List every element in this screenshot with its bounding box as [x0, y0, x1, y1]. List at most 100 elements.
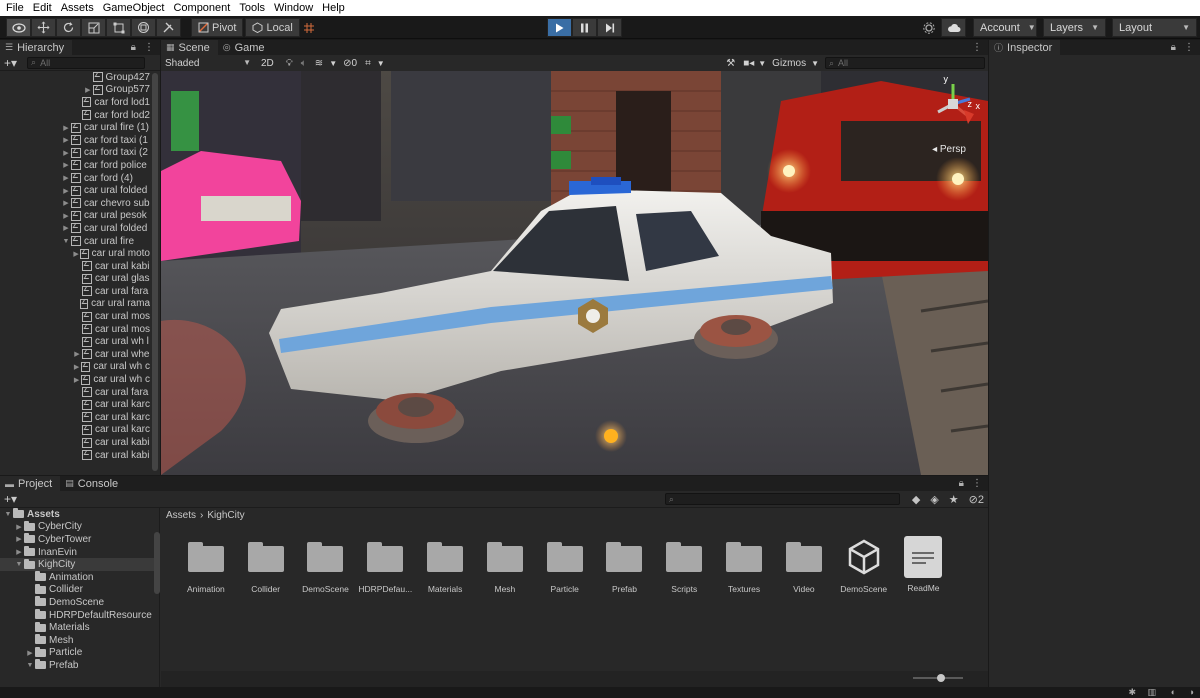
lock-icon[interactable]: 🔒︎ [131, 42, 136, 53]
progress-icon[interactable]: ◐ [1171, 687, 1176, 697]
effects-toggle-icon[interactable]: ≋ [315, 58, 323, 69]
tab-inspector[interactable]: ⓘ Inspector [989, 40, 1061, 55]
hierarchy-item[interactable]: car ural mos [0, 323, 150, 336]
hierarchy-item[interactable]: car ford lod1 [0, 96, 150, 109]
hierarchy-item[interactable]: ▶ car ford (4) [0, 172, 150, 185]
chevron-down-icon[interactable]: ▼ [377, 59, 385, 68]
notifications-icon[interactable]: ◑ [1189, 687, 1194, 697]
hierarchy-item[interactable]: ▶ car ford police [0, 159, 150, 172]
grid-toggle-icon[interactable]: ⌗ [365, 58, 371, 69]
project-folder-item[interactable]: ▶ Particle [0, 646, 159, 660]
menu-item-file[interactable]: File [6, 2, 24, 14]
hierarchy-item[interactable]: ▶ car chevro sub [0, 197, 150, 210]
kebab-menu-icon[interactable]: ⋮ [144, 42, 154, 53]
breadcrumb-root[interactable]: Assets [166, 510, 196, 521]
chevron-down-icon[interactable]: ▼ [14, 561, 24, 568]
menu-item-assets[interactable]: Assets [61, 2, 94, 14]
hierarchy-item[interactable]: ▶ car ural whe [0, 348, 150, 361]
chevron-right-icon[interactable]: ▶ [61, 174, 71, 182]
toggle-2d-button[interactable]: 2D [261, 58, 274, 69]
project-folder-item[interactable]: ▼ Assets [0, 508, 159, 521]
project-folder-item[interactable]: Mesh [0, 634, 159, 647]
view-tool-button[interactable] [6, 18, 31, 37]
project-folder-item[interactable]: ▶ CyberTower [0, 533, 159, 546]
camera-icon[interactable]: ■◂ [743, 58, 754, 69]
hierarchy-item[interactable]: car ural fara [0, 386, 150, 399]
chevron-right-icon[interactable]: ▶ [61, 149, 71, 157]
rotate-tool-button[interactable] [56, 18, 81, 37]
project-folder-item[interactable]: Collider [0, 583, 159, 597]
asset-item[interactable]: Collider [236, 536, 296, 594]
hierarchy-item[interactable]: car ural karc [0, 411, 150, 424]
pivot-toggle[interactable]: Pivot [191, 18, 244, 37]
chevron-right-icon[interactable]: ▶ [83, 86, 93, 94]
bug-icon[interactable]: ✱ [1128, 687, 1136, 698]
hierarchy-item[interactable]: car ural kabi [0, 260, 150, 273]
hierarchy-item[interactable]: ▶ car ural fire (1) [0, 121, 150, 134]
hierarchy-item[interactable]: ▶ car ural folded [0, 184, 150, 197]
menu-item-window[interactable]: Window [274, 2, 313, 14]
tab-project[interactable]: ▬ Project [0, 476, 61, 491]
hierarchy-item[interactable]: Group427 [0, 71, 150, 84]
pause-button[interactable] [572, 18, 597, 37]
hierarchy-item[interactable]: car ural kabi [0, 449, 150, 462]
chevron-down-icon[interactable]: ▼ [61, 238, 71, 245]
hierarchy-item[interactable]: car ural karc [0, 398, 150, 411]
chevron-right-icon[interactable]: ▶ [61, 212, 71, 220]
scale-tool-button[interactable] [81, 18, 106, 37]
layout-dropdown[interactable]: Layout ▼ [1112, 18, 1197, 37]
tools-icon[interactable]: ⚒ [726, 58, 735, 69]
hierarchy-item[interactable]: ▶ car ural moto [0, 247, 150, 260]
project-folder-item[interactable]: Animation [0, 571, 159, 584]
add-button[interactable]: +▾ [4, 56, 17, 70]
add-button[interactable]: +▾ [4, 492, 17, 506]
zoom-slider-handle[interactable] [936, 674, 945, 682]
asset-item[interactable]: ReadMe [894, 536, 954, 594]
chevron-down-icon[interactable]: ▼ [3, 511, 13, 518]
project-folder-item[interactable]: ▶ CyberCity [0, 520, 159, 534]
menu-item-gameobject[interactable]: GameObject [103, 2, 165, 14]
chevron-right-icon[interactable]: ▶ [61, 136, 71, 144]
account-dropdown[interactable]: Account ▼ [973, 18, 1037, 37]
asset-item[interactable]: Video [774, 536, 834, 594]
project-folder-item[interactable]: HDRPDefaultResource [0, 609, 159, 622]
transform-tool-button[interactable] [131, 18, 156, 37]
tab-console[interactable]: ▤ Console [60, 476, 126, 491]
menu-item-tools[interactable]: Tools [239, 2, 265, 14]
hierarchy-item[interactable]: car ural kabi [0, 436, 150, 449]
chevron-right-icon[interactable]: ▶ [25, 649, 35, 657]
project-folder-item[interactable]: ▼ Prefab [0, 659, 159, 672]
project-folder-item[interactable]: Materials [0, 621, 159, 634]
asset-item[interactable]: DemoScene [296, 536, 356, 594]
filter-by-label-icon[interactable]: ◈ [930, 493, 938, 506]
asset-item[interactable]: Materials [415, 536, 475, 594]
hierarchy-item[interactable]: ▶ car ford taxi (2 [0, 147, 150, 160]
tab-hierarchy[interactable]: ☰ Hierarchy [0, 40, 73, 55]
kebab-menu-icon[interactable]: ⋮ [972, 42, 982, 53]
hierarchy-item[interactable]: car ural wh l [0, 335, 150, 348]
hierarchy-item[interactable]: ▶ car ural wh c [0, 373, 150, 386]
breadcrumb-current[interactable]: KighCity [207, 510, 244, 521]
chevron-down-icon[interactable]: ▼ [811, 59, 819, 68]
kebab-menu-icon[interactable]: ⋮ [972, 478, 982, 489]
chevron-right-icon[interactable]: ▶ [61, 199, 71, 207]
hidden-packages-toggle[interactable]: ⊘2 [969, 493, 984, 506]
asset-item[interactable]: Prefab [595, 536, 655, 594]
chevron-right-icon[interactable]: ▶ [61, 187, 71, 195]
asset-item[interactable]: Textures [714, 536, 774, 594]
chevron-right-icon[interactable]: ▶ [72, 376, 81, 384]
filter-by-type-icon[interactable]: ◆ [912, 493, 920, 506]
project-search[interactable]: ⌕ [664, 493, 900, 505]
hierarchy-item[interactable]: ▶ car ford taxi (1 [0, 134, 150, 147]
chevron-right-icon[interactable]: ▶ [61, 224, 71, 232]
cloud-button[interactable] [941, 18, 966, 37]
hierarchy-item[interactable]: car ural fara [0, 285, 150, 298]
lock-icon[interactable]: 🔒︎ [959, 478, 964, 489]
scene-viewport[interactable]: y x z ◂ Persp [161, 71, 988, 475]
chevron-right-icon[interactable]: ▶ [72, 350, 82, 358]
hierarchy-item[interactable]: ▶ Group577 [0, 84, 150, 97]
star-icon[interactable]: ★ [949, 493, 959, 506]
local-toggle[interactable]: Local [245, 18, 300, 37]
hidden-objects-icon[interactable]: ⊘ [343, 58, 351, 69]
play-button[interactable] [547, 18, 572, 37]
